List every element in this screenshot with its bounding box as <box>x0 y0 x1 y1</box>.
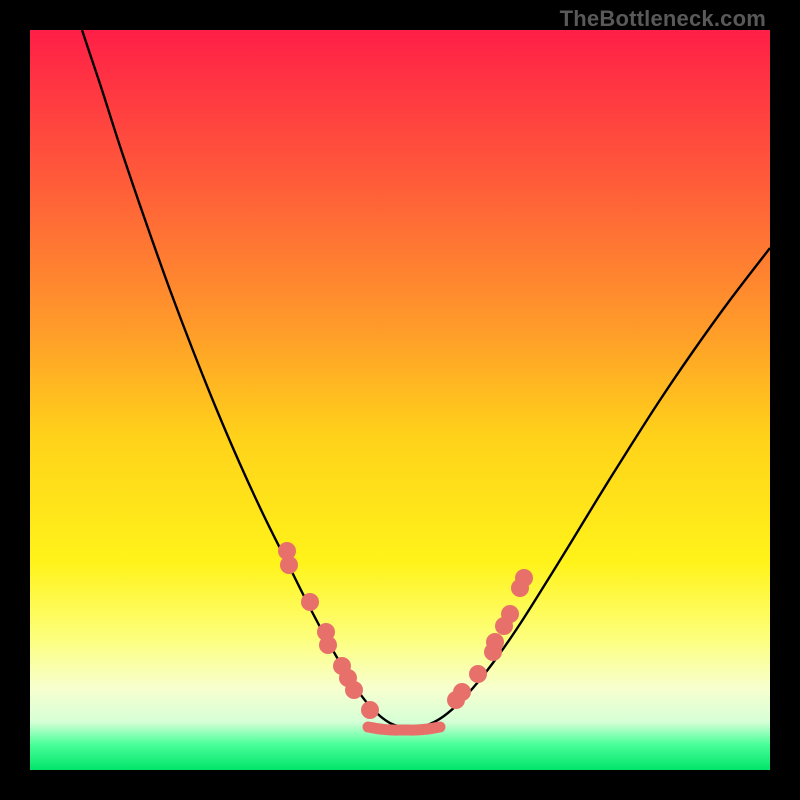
marker-dot <box>515 569 533 587</box>
marker-dot <box>280 556 298 574</box>
marker-dot <box>345 681 363 699</box>
series-compatibility-band <box>368 727 440 730</box>
marker-dot <box>469 665 487 683</box>
marker-dot <box>501 605 519 623</box>
marker-dot <box>453 683 471 701</box>
watermark-label: TheBottleneck.com <box>560 6 766 32</box>
marker-dot <box>486 633 504 651</box>
marker-dot <box>361 701 379 719</box>
chart-svg <box>30 30 770 770</box>
chart-stage: TheBottleneck.com <box>0 0 800 800</box>
marker-dot <box>301 593 319 611</box>
marker-dot <box>319 636 337 654</box>
plot-area <box>30 30 770 770</box>
